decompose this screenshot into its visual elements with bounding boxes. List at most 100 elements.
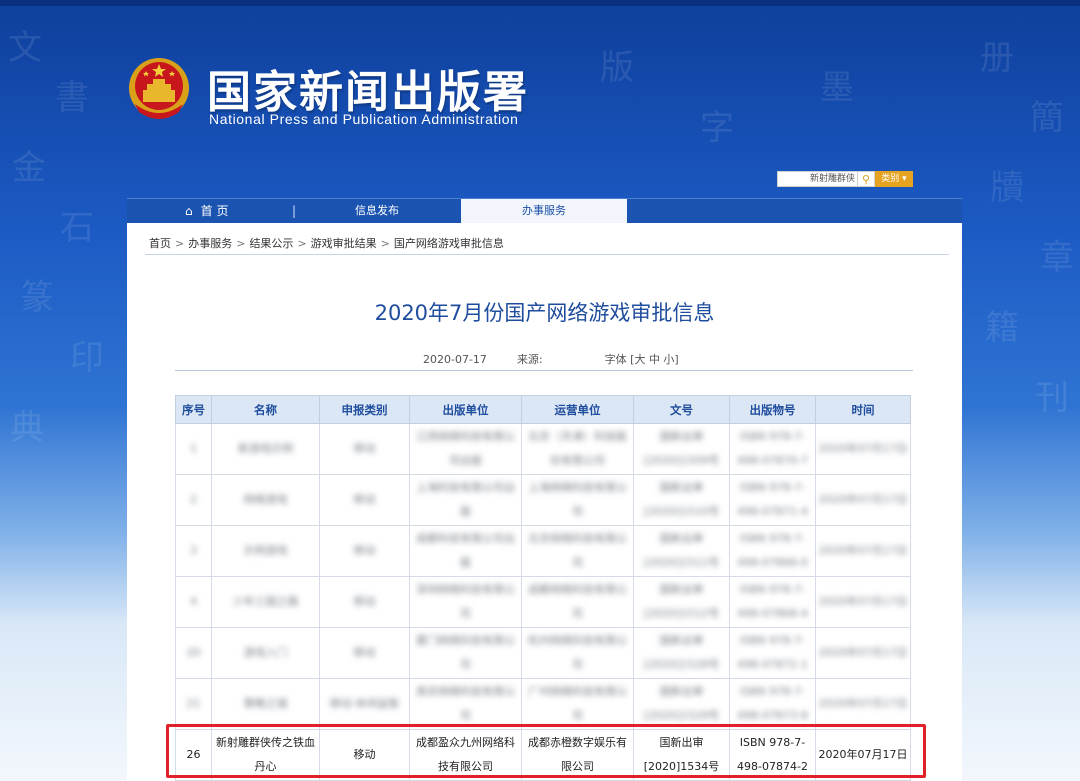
column-header: 出版单位 — [409, 395, 522, 424]
table-cell: 2020年07月17日 — [815, 474, 911, 526]
table-row: 20 游戏入门 移动 厦门网络科技有限公司 杭州网络科技有限公司 国新出审[20… — [175, 627, 911, 679]
table-cell: 2020年07月17日 — [815, 576, 911, 628]
column-header: 申报类别 — [319, 395, 410, 424]
nav-home[interactable]: ⌂ 首 页 — [185, 199, 228, 223]
table-cell: 上海科技有限公司出版 — [409, 474, 522, 526]
table-cell: 3 — [175, 525, 212, 577]
table-cell: 成都科技有限公司出版 — [409, 525, 522, 577]
column-header: 运营单位 — [521, 395, 634, 424]
table-cell: 2 — [175, 474, 212, 526]
table-cell: ISBN 978-7-498-07866-0 — [729, 525, 816, 577]
highlighted-table-row: 26 新射雕群侠传之铁血丹心 移动 成都盈众九州网络科技有限公司 成都赤橙数字娱… — [175, 729, 911, 781]
table-cell: 国新出审[2020]1510号 — [633, 474, 730, 526]
table-cell: 移动 — [319, 525, 410, 577]
isbn: ISBN 978-7-498-07874-2 — [729, 729, 816, 781]
breadcrumb-services[interactable]: 办事服务 — [188, 237, 232, 250]
article-meta: 2020-07-17 来源: 字体 [大 中 小] — [423, 351, 679, 367]
table-cell: 移动 — [319, 423, 410, 475]
game-category: 移动 — [319, 729, 410, 781]
divider — [145, 254, 949, 255]
table-cell: 国新出审[2020]1512号 — [633, 576, 730, 628]
column-header: 文号 — [633, 395, 730, 424]
national-emblem-icon — [129, 58, 189, 119]
breadcrumb-game-approval[interactable]: 游戏审批结果 — [311, 237, 377, 250]
category-dropdown[interactable]: 类别 ▾ — [875, 171, 913, 187]
table-cell: 新游戏示例 — [211, 423, 320, 475]
table-cell: 深圳网络科技有限公司 — [409, 576, 522, 628]
font-size-control[interactable]: 字体 [大 中 小] — [605, 353, 679, 366]
table-header-row: 序号 名称 申报类别 出版单位 运营单位 文号 出版物号 时间 — [175, 395, 911, 424]
divider — [175, 370, 913, 371]
top-border — [0, 0, 1080, 6]
page-title: 2020年7月份国产网络游戏审批信息 — [374, 301, 715, 325]
table-cell: 杭州网络科技有限公司 — [521, 627, 634, 679]
table-row: 4 少年三国之路 移动 深圳网络科技有限公司 成都网络科技有限公司 国新出审[2… — [175, 576, 911, 628]
nav-info-release[interactable]: 信息发布 — [355, 199, 399, 223]
nav-separator: | — [292, 204, 297, 218]
table-cell: 上海网络科技有限公司 — [521, 474, 634, 526]
table-cell: 北京网络科技有限公司 — [521, 525, 634, 577]
table-cell: 移动 — [319, 474, 410, 526]
table-row: 1 新游戏示例 移动 江西网络科技有限公司出版 北京（天津）科技股份有限公司 国… — [175, 423, 911, 475]
table-cell: 国新出审[2020]1511号 — [633, 525, 730, 577]
nav-services[interactable]: 办事服务 — [461, 199, 627, 223]
table-row: 21 策略之城 移动·休闲益智 南京网络科技有限公司 广州网络科技有限公司 国新… — [175, 678, 911, 730]
nav-home-label: 首 页 — [200, 204, 229, 218]
article-date: 2020-07-17 — [423, 353, 487, 366]
column-header: 名称 — [211, 395, 320, 424]
table-cell: ISBN 978-7-498-07870-7 — [729, 423, 816, 475]
table-cell: 移动 — [319, 627, 410, 679]
table-cell: 国新出审[2020]1509号 — [633, 423, 730, 475]
site-subtitle: National Press and Publication Administr… — [209, 111, 519, 127]
search-input[interactable]: 新射雕群侠 — [777, 171, 859, 187]
column-header: 时间 — [815, 395, 911, 424]
operator: 成都赤橙数字娱乐有限公司 — [521, 729, 634, 781]
table-cell: 国新出审[2020]1529号 — [633, 678, 730, 730]
game-name: 新射雕群侠传之铁血丹心 — [211, 729, 320, 781]
publisher: 成都盈众九州网络科技有限公司 — [409, 729, 522, 781]
table-cell: ISBN 978-7-498-07872-1 — [729, 627, 816, 679]
table-cell: ISBN 978-7-498-07868-4 — [729, 576, 816, 628]
chevron-down-icon: ▾ — [902, 174, 907, 184]
table-cell: 21 — [175, 678, 212, 730]
table-cell: 少年三国之路 — [211, 576, 320, 628]
home-icon: ⌂ — [185, 204, 193, 218]
breadcrumb-home[interactable]: 首页 — [149, 237, 171, 250]
table-cell: 移动 — [319, 576, 410, 628]
category-label: 类别 — [881, 174, 900, 184]
table-cell: 江西网络科技有限公司出版 — [409, 423, 522, 475]
breadcrumb: 首页 > 办事服务 > 结果公示 > 游戏审批结果 > 国产网络游戏审批信息 — [149, 237, 504, 250]
main-nav: ⌂ 首 页 | 信息发布 办事服务 — [127, 198, 962, 223]
table-cell: 广州网络科技有限公司 — [521, 678, 634, 730]
table-cell: 4 — [175, 576, 212, 628]
table-cell: 国新出审[2020]1528号 — [633, 627, 730, 679]
table-cell: 20 — [175, 627, 212, 679]
table-cell: 2020年07月17日 — [815, 423, 911, 475]
table-cell: 网络游戏 — [211, 474, 320, 526]
approval-date: 2020年07月17日 — [815, 729, 911, 781]
table-cell: 成都网络科技有限公司 — [521, 576, 634, 628]
table-cell: 南京网络科技有限公司 — [409, 678, 522, 730]
table-cell: 厦门网络科技有限公司 — [409, 627, 522, 679]
search-bar: 新射雕群侠 ⚲ 类别 ▾ — [777, 171, 913, 187]
table-cell: 2020年07月17日 — [815, 678, 911, 730]
table-cell: 移动·休闲益智 — [319, 678, 410, 730]
table-cell: ISBN 978-7-498-07871-4 — [729, 474, 816, 526]
table-cell: 2020年07月17日 — [815, 525, 911, 577]
table-cell: 示例游戏 — [211, 525, 320, 577]
row-number: 26 — [175, 729, 212, 781]
breadcrumb-results[interactable]: 结果公示 — [249, 237, 293, 250]
search-icon[interactable]: ⚲ — [857, 171, 875, 187]
table-cell: 2020年07月17日 — [815, 627, 911, 679]
table-row: 3 示例游戏 移动 成都科技有限公司出版 北京网络科技有限公司 国新出审[202… — [175, 525, 911, 577]
content-panel: 首页 > 办事服务 > 结果公示 > 游戏审批结果 > 国产网络游戏审批信息 2020年7月份国… — [127, 223, 962, 781]
approval-number: 国新出审[2020]1534号 — [633, 729, 730, 781]
table-cell: 策略之城 — [211, 678, 320, 730]
approval-table: 序号 名称 申报类别 出版单位 运营单位 文号 出版物号 时间 1 新游戏示例 … — [175, 395, 911, 781]
table-cell: 1 — [175, 423, 212, 475]
table-cell: ISBN 978-7-498-07873-8 — [729, 678, 816, 730]
table-row: 2 网络游戏 移动 上海科技有限公司出版 上海网络科技有限公司 国新出审[202… — [175, 474, 911, 526]
column-header: 出版物号 — [729, 395, 816, 424]
table-cell: 北京（天津）科技股份有限公司 — [521, 423, 634, 475]
breadcrumb-current[interactable]: 国产网络游戏审批信息 — [394, 237, 504, 250]
